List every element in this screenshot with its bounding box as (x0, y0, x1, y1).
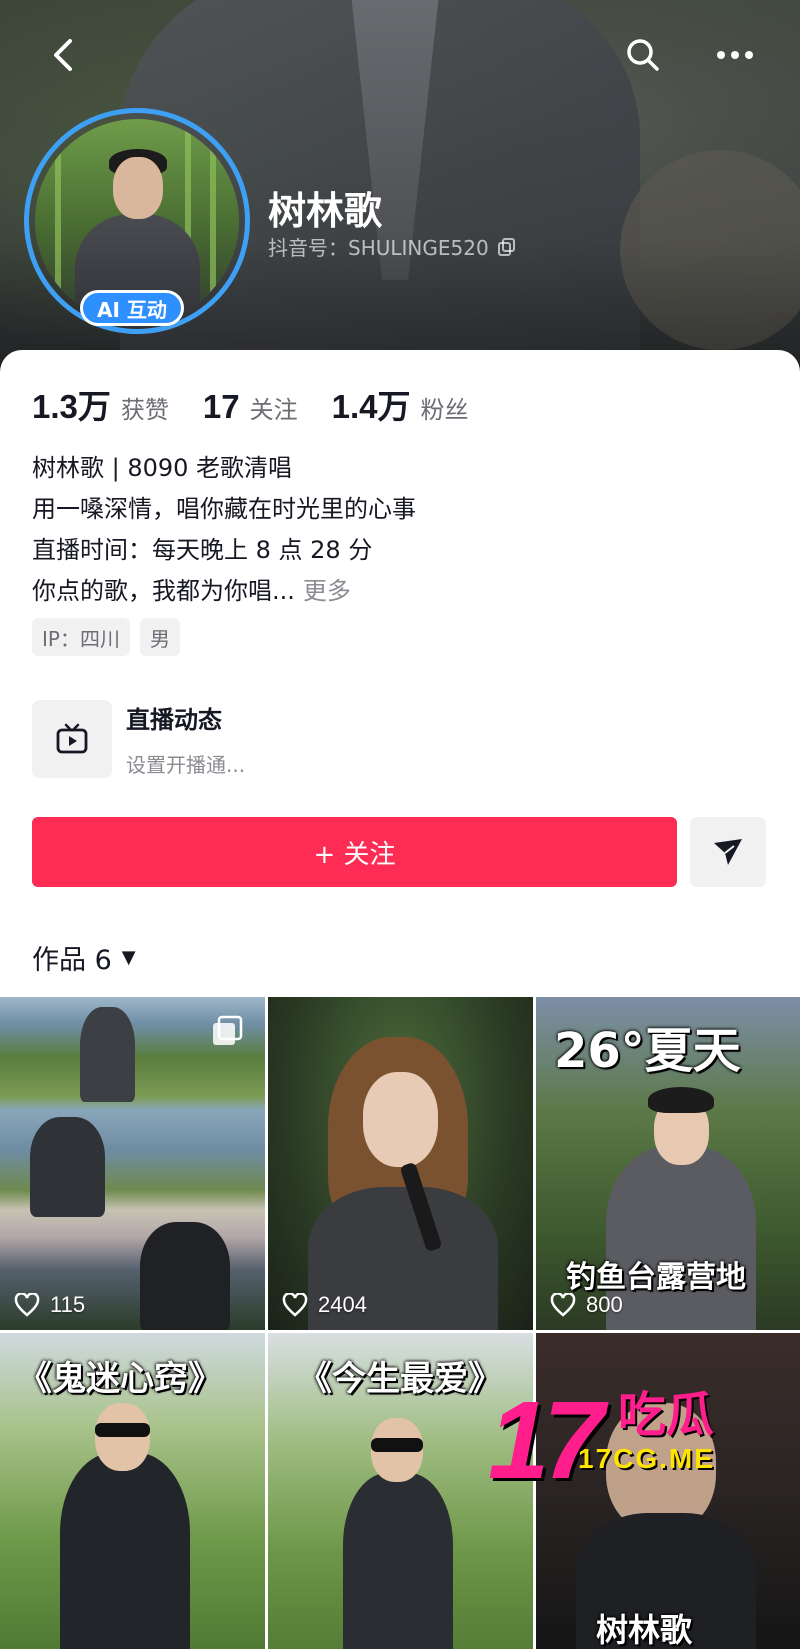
stat-following[interactable]: 17 关注 (203, 388, 298, 426)
stat-label: 粉丝 (420, 396, 469, 424)
video-likes: 2404 (282, 1292, 367, 1318)
ai-interact-badge[interactable]: AI 互动 (80, 290, 184, 326)
stat-label: 获赞 (120, 396, 169, 424)
stat-label: 关注 (249, 396, 298, 424)
video-likes: 800 (550, 1292, 623, 1318)
bio-line: 用一嗓深情，唱你藏在时光里的心事 (32, 495, 416, 523)
watermark-text: 吃瓜 (618, 1387, 715, 1443)
profile-tags: IP：四川 男 (32, 618, 180, 656)
stats-row: 1.3万 获赞 17 关注 1.4万 粉丝 (32, 380, 502, 428)
tag-ip-location: IP：四川 (32, 618, 130, 656)
likes-count: 800 (586, 1292, 623, 1317)
bio-more-link[interactable]: 更多 (303, 577, 351, 605)
send-icon (714, 839, 742, 865)
search-icon (627, 39, 659, 71)
douyin-id-text: 抖音号：SHULINGE520 (268, 236, 489, 260)
video-thumbnail[interactable]: 2404 (268, 997, 533, 1330)
site-watermark: 17 吃瓜 17CG.ME (488, 1379, 778, 1505)
likes-count: 115 (50, 1292, 86, 1317)
bio-line: 直播时间：每天晚上 8 点 28 分 (32, 536, 373, 564)
video-title-overlay: 《鬼迷心窍》 (18, 1359, 222, 1399)
works-tab[interactable]: 作品 6 ▼ (32, 938, 136, 977)
profile-name: 树林歌 (268, 189, 383, 233)
watermark-number: 17 (488, 1379, 604, 1502)
heart-icon (282, 1293, 308, 1317)
video-title-overlay: 树林歌 (596, 1611, 693, 1649)
live-icon-box (32, 700, 112, 778)
video-thumbnail[interactable]: 115 (0, 997, 265, 1330)
watermark-url: 17CG.ME (578, 1443, 715, 1474)
live-status-entry[interactable]: 直播动态 设置开播通... (32, 700, 245, 778)
stat-number: 1.4万 (331, 388, 411, 425)
video-thumbnail[interactable]: 26°夏天 钓鱼台露营地 800 (536, 997, 800, 1330)
stat-likes[interactable]: 1.3万 获赞 (32, 380, 169, 428)
bio-line: 你点的歌，我都为你唱... 更多 (32, 571, 416, 612)
stat-number: 17 (202, 388, 240, 425)
live-subtitle: 设置开播通... (126, 753, 246, 777)
live-title: 直播动态 (126, 706, 222, 734)
search-button[interactable] (618, 30, 668, 80)
douyin-id[interactable]: 抖音号：SHULINGE520 (268, 232, 517, 261)
video-title-overlay: 26°夏天 (554, 1023, 741, 1079)
bio-line-text: 你点的歌，我都为你唱... (32, 577, 295, 605)
copy-icon[interactable] (497, 237, 517, 257)
multi-image-icon (213, 1015, 243, 1045)
stat-number: 1.3万 (32, 388, 111, 425)
tv-play-icon (56, 723, 88, 754)
video-grid: 115 2404 26°夏天 钓鱼台露营地 800 《鬼迷心窍》 《今生最爱》 (0, 997, 800, 1649)
bio: 树林歌 | 8090 老歌清唱 用一嗓深情，唱你藏在时光里的心事 直播时间：每天… (32, 448, 416, 612)
chevron-left-icon (54, 39, 72, 71)
works-tab-label: 作品 6 (32, 945, 112, 976)
bio-line: 树林歌 | 8090 老歌清唱 (32, 454, 293, 482)
heart-icon (14, 1293, 40, 1317)
tag-gender: 男 (139, 618, 180, 656)
caret-down-icon: ▼ (121, 947, 136, 968)
video-title-overlay: 《今生最爱》 (298, 1359, 502, 1399)
stat-followers[interactable]: 1.4万 粉丝 (332, 380, 469, 428)
more-options-button[interactable] (710, 30, 760, 80)
video-likes: 115 (14, 1292, 85, 1318)
video-thumbnail[interactable]: 《鬼迷心窍》 (0, 1333, 265, 1649)
video-caption-overlay: 钓鱼台露营地 (566, 1260, 746, 1295)
share-button[interactable] (690, 817, 766, 887)
more-dots-icon (717, 51, 753, 59)
likes-count: 2404 (318, 1292, 367, 1317)
heart-icon (550, 1293, 576, 1317)
back-button[interactable] (38, 30, 88, 80)
follow-button[interactable]: + 关注 (32, 817, 677, 887)
